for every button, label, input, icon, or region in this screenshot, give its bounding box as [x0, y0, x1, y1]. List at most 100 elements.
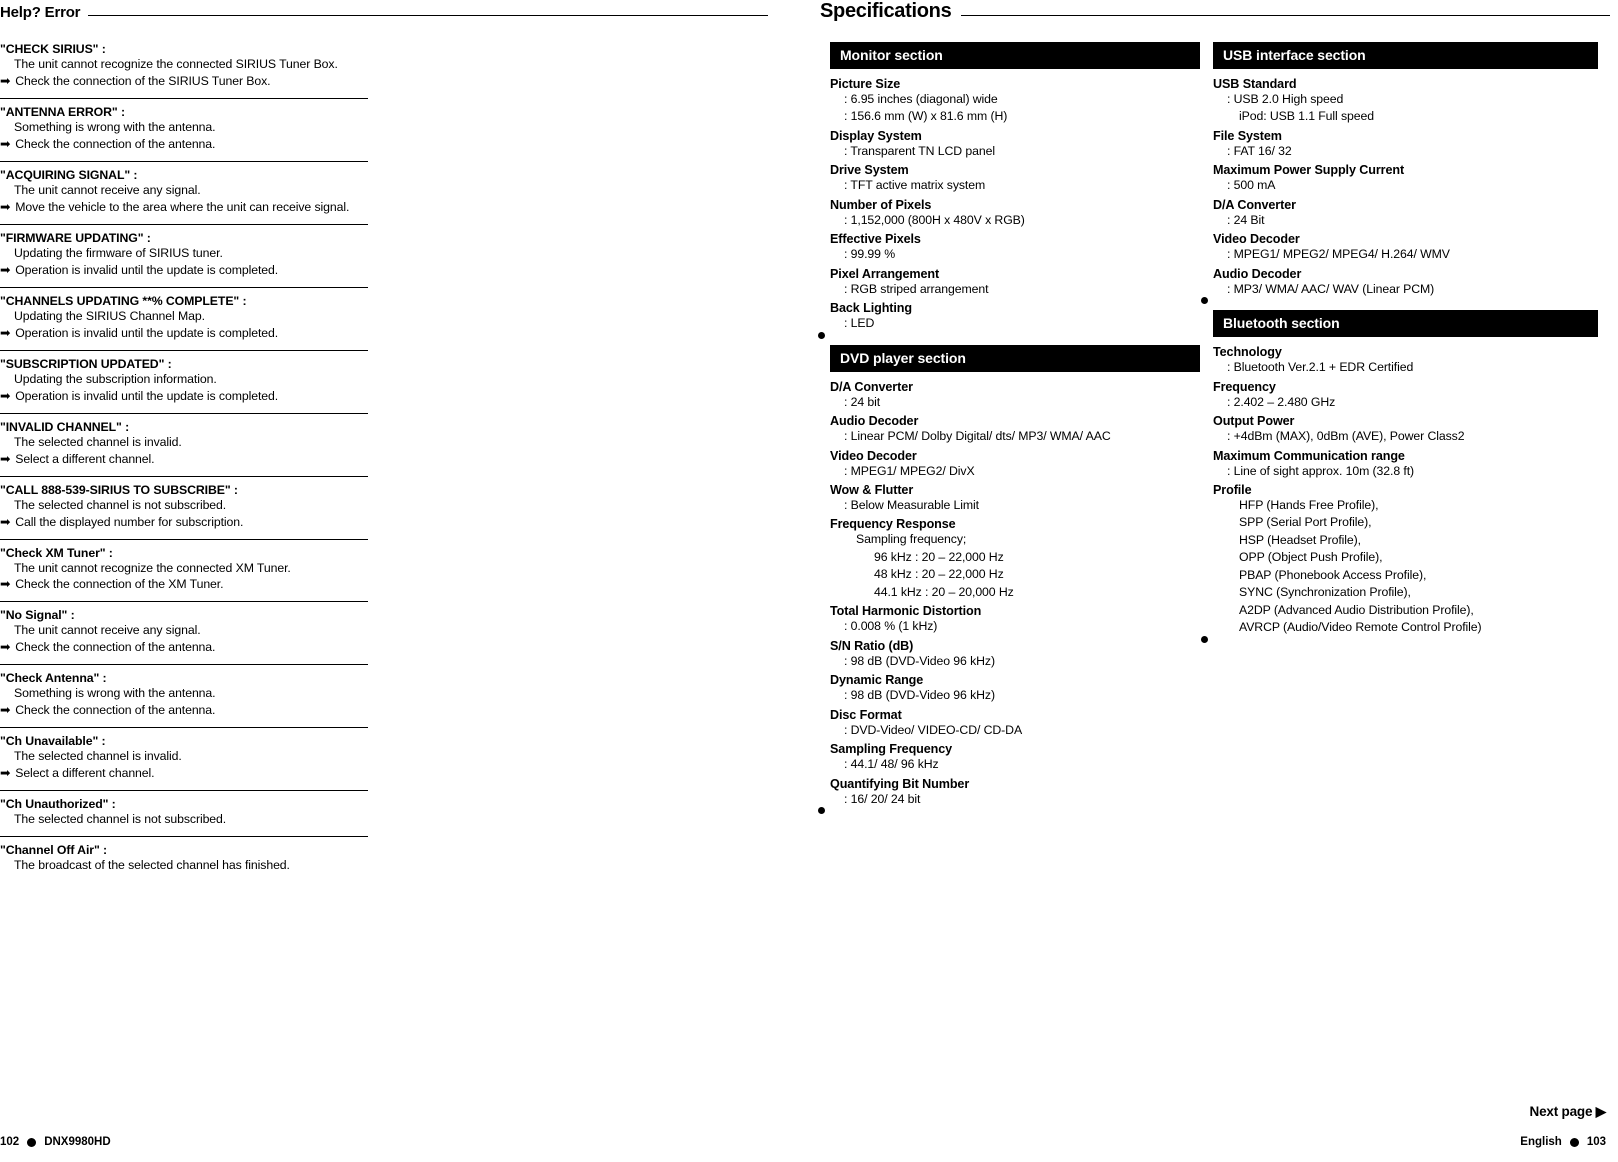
- spec-key: Dynamic Range: [830, 673, 924, 688]
- left-page-number: 102: [0, 1136, 20, 1148]
- spec-value: : 2.402 – 2.480 GHz: [1227, 394, 1336, 409]
- spec-value: : 16/ 20/ 24 bit: [844, 791, 921, 806]
- spec-value: HSP (Headset Profile),: [1239, 532, 1361, 547]
- error-entry: "CALL 888-539-SIRIUS TO SUBSCRIBE" : The …: [0, 477, 368, 540]
- arrow-right-icon: ➡: [0, 577, 11, 592]
- spec-key: D/A Converter: [830, 379, 913, 394]
- spec-value: : 6.95 inches (diagonal) wide: [844, 92, 998, 106]
- spec-value: : MPEG1/ MPEG2/ DivX: [844, 463, 975, 478]
- error-entry: "FIRMWARE UPDATING" : Updating the firmwa…: [0, 225, 368, 288]
- spec-key: Picture Size: [830, 77, 901, 91]
- error-title: "ANTENNA ERROR" :: [0, 104, 125, 119]
- spec-key: Audio Decoder: [830, 414, 919, 429]
- spec-section-body: USB Standard: USB 2.0 High speed iPod: US…: [1201, 69, 1598, 305]
- spec-value: : Linear PCM/ Dolby Digital/ dts/ MP3/ W…: [844, 429, 1111, 444]
- section-end-dot-icon: [1201, 635, 1208, 643]
- arrow-right-icon: ➡: [0, 640, 11, 655]
- right-page-number: 103: [1586, 1136, 1606, 1148]
- error-title: "CALL 888-539-SIRIUS TO SUBSCRIBE" :: [0, 482, 238, 497]
- error-solution: ➡ Check the connection of the XM Tuner.: [0, 576, 368, 593]
- spec-key: Pixel Arrangement: [830, 266, 940, 281]
- spec-value: A2DP (Advanced Audio Distribution Profil…: [1239, 602, 1474, 617]
- spec-value: : Bluetooth Ver.2.1 + EDR Certified: [1227, 360, 1414, 375]
- spec-value: : 1,152,000 (800H x 480V x RGB): [844, 212, 1025, 227]
- error-solution-text: Select a different channel.: [15, 766, 155, 781]
- spec-value: SPP (Serial Port Profile),: [1239, 515, 1372, 530]
- error-entry: "INVALID CHANNEL" : The selected channel …: [0, 414, 368, 477]
- spec-value: : USB 2.0 High speed: [1227, 92, 1344, 106]
- spec-value: PBAP (Phonebook Access Profile),: [1239, 567, 1427, 582]
- spec-value: : FAT 16/ 32: [1227, 143, 1292, 158]
- arrow-right-icon: ➡: [0, 388, 11, 403]
- spec-value: : Below Measurable Limit: [844, 497, 979, 512]
- spec-column-left: Monitor section Picture Size: 6.95 inches…: [818, 42, 1200, 820]
- error-solution-text: Operation is invalid until the update is…: [15, 325, 279, 340]
- spec-section-dvd: DVD player section D/A Converter: 24 bit A…: [818, 344, 1200, 814]
- spec-sub-value: 96 kHz : 20 – 22,000 Hz: [874, 549, 1004, 564]
- error-solution-text: Operation is invalid until the update is…: [15, 262, 279, 277]
- spec-value: : 98 dB (DVD-Video 96 kHz): [844, 688, 995, 703]
- spec-key: Technology: [1213, 345, 1282, 360]
- spec-section-monitor: Monitor section Picture Size: 6.95 inches…: [818, 42, 1200, 339]
- error-title: "Ch Unavailable" :: [0, 734, 106, 749]
- spec-value: HFP (Hands Free Profile),: [1239, 497, 1379, 512]
- error-solution: ➡ Check the connection of the SIRIUS Tune…: [0, 73, 368, 90]
- error-solution-text: Check the connection of the XM Tuner.: [15, 577, 224, 592]
- error-title: "SUBSCRIPTION UPDATED" :: [0, 356, 172, 371]
- spec-value: : 500 mA: [1227, 178, 1276, 193]
- spec-section-usb: USB interface section USB Standard: USB 2…: [1201, 42, 1598, 305]
- specifications-header: Specifications: [820, 0, 1610, 23]
- error-entry: "Channel Off Air" : The broadcast of the …: [0, 837, 368, 882]
- spec-section-title: USB interface section: [1213, 42, 1598, 69]
- arrow-right-icon: ➡: [0, 766, 11, 781]
- spec-value: : LED: [844, 316, 875, 331]
- spec-key: Number of Pixels: [830, 197, 932, 212]
- spec-value: : MP3/ WMA/ AAC/ WAV (Linear PCM): [1227, 281, 1435, 296]
- error-title: "Ch Unauthorized" :: [0, 797, 116, 812]
- header-rule: [88, 15, 768, 16]
- arrow-right-icon: ➡: [0, 514, 11, 529]
- error-solution-text: Check the connection of the antenna.: [15, 640, 216, 655]
- error-entry: "CHECK SIRIUS" : The unit cannot recogniz…: [0, 36, 368, 99]
- spec-section-body: Picture Size: 6.95 inches (diagonal) wid…: [818, 69, 1200, 339]
- error-solution-text: Call the displayed number for subscripti…: [15, 514, 244, 529]
- error-description: Updating the firmware of SIRIUS tuner.: [14, 245, 223, 260]
- spec-value: : MPEG1/ MPEG2/ MPEG4/ H.264/ WMV: [1227, 247, 1450, 262]
- error-title: "INVALID CHANNEL" :: [0, 419, 130, 434]
- spec-value: : RGB striped arrangement: [844, 281, 989, 296]
- spec-key: S/N Ratio (dB): [830, 638, 914, 653]
- footer-dot-icon: [27, 1137, 37, 1147]
- spec-section-title: DVD player section: [830, 344, 1200, 372]
- spec-value: SYNC (Synchronization Profile),: [1239, 585, 1411, 600]
- error-description: The selected channel is invalid.: [14, 749, 182, 764]
- error-description: The unit cannot receive any signal.: [14, 182, 201, 197]
- spec-sub-value: 44.1 kHz : 20 – 20,000 Hz: [874, 584, 1014, 599]
- error-description: Updating the subscription information.: [14, 371, 217, 386]
- error-description: Updating the SIRIUS Channel Map.: [14, 308, 205, 323]
- error-description: The selected channel is invalid.: [14, 434, 182, 449]
- error-solution: ➡ Check the connection of the antenna.: [0, 136, 368, 153]
- model-name: DNX9980HD: [44, 1136, 111, 1148]
- specifications-title: Specifications: [820, 0, 952, 22]
- spec-key: Frequency Response: [830, 517, 956, 532]
- header-rule: [961, 15, 1610, 16]
- right-page: Specifications Monitor section Picture Si…: [810, 0, 1618, 1162]
- spec-key: Wow & Flutter: [830, 482, 914, 497]
- spec-value: : Line of sight approx. 10m (32.8 ft): [1227, 463, 1415, 478]
- spec-column-right: USB interface section USB Standard: USB 2…: [1201, 42, 1598, 649]
- spec-sub-value: 48 kHz : 20 – 22,000 Hz: [874, 567, 1004, 582]
- error-title: "CHECK SIRIUS" :: [0, 42, 106, 56]
- error-entry: "CHANNELS UPDATING **% COMPLETE" : Updati…: [0, 288, 368, 351]
- spec-key: File System: [1213, 128, 1282, 143]
- spec-key: Back Lighting: [830, 301, 912, 316]
- manual-spread: Help? Error "CHECK SIRIUS" : The unit can…: [0, 0, 1618, 1162]
- spec-key: Output Power: [1213, 414, 1295, 429]
- next-page-link[interactable]: Next page ▶: [1530, 1104, 1607, 1120]
- error-solution: ➡ Operation is invalid until the update i…: [0, 388, 368, 405]
- section-end-dot-icon: [818, 331, 825, 339]
- error-solution: ➡ Select a different channel.: [0, 451, 368, 468]
- error-solution-text: Check the connection of the antenna.: [15, 703, 216, 718]
- error-description: The unit cannot recognize the connected …: [14, 57, 338, 71]
- right-page-footer: English 103: [1520, 1136, 1606, 1148]
- error-solution-text: Move the vehicle to the area where the u…: [15, 199, 350, 214]
